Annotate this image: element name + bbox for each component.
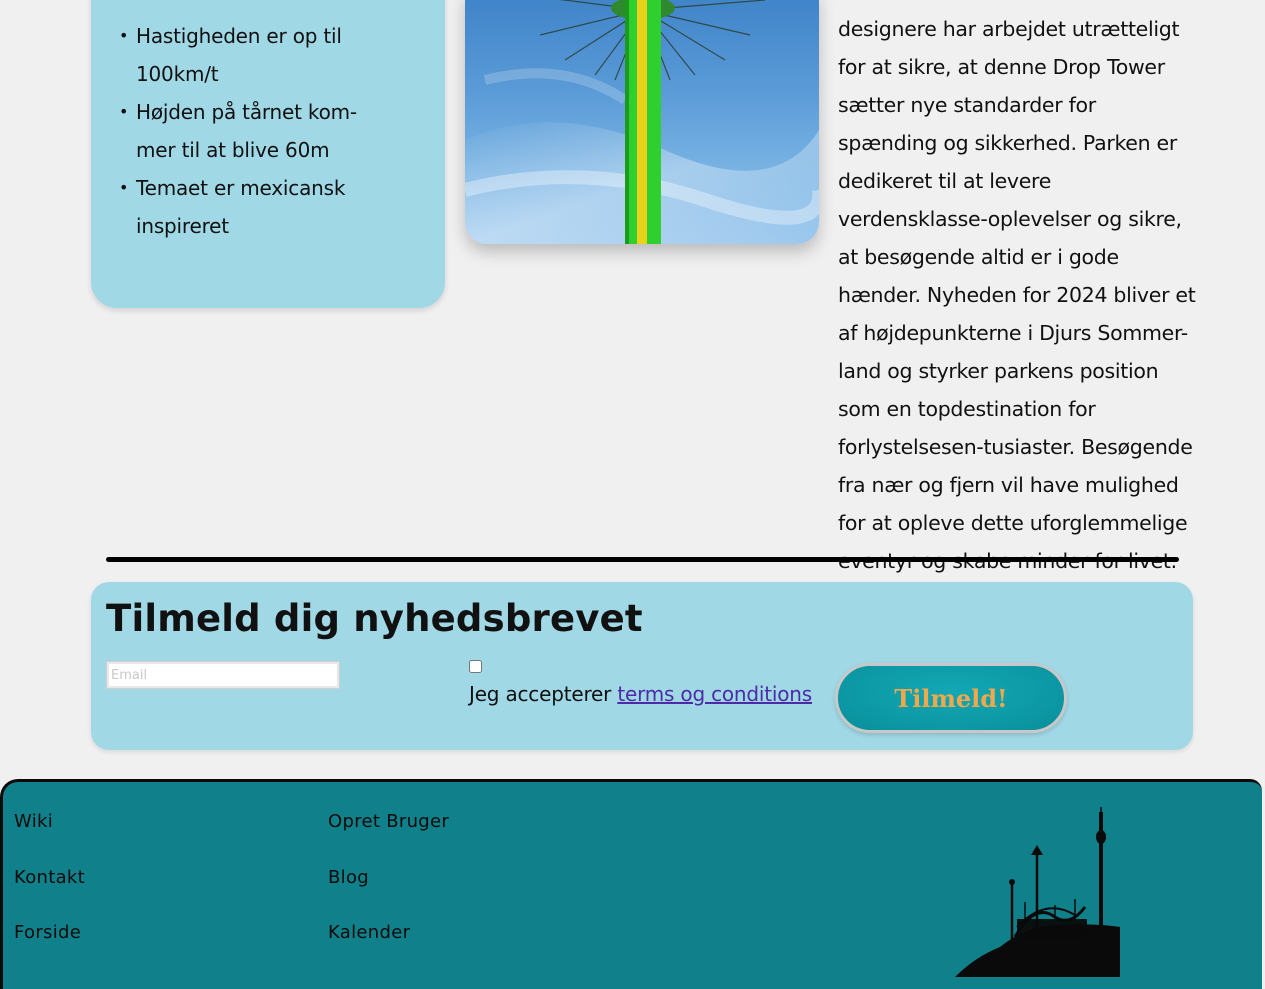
facts-panel: Hastigheden er op til 100km/t Højden på … bbox=[91, 0, 445, 308]
footer-link-opret-bruger[interactable]: Opret Bruger bbox=[328, 811, 449, 832]
footer-link-blog[interactable]: Blog bbox=[328, 867, 369, 888]
footer: Wiki Kontakt Forside Opret Bruger Blog K… bbox=[0, 779, 1262, 989]
drop-tower-photo bbox=[465, 0, 819, 244]
fact-item: Temaet er mexicansk inspireret bbox=[119, 169, 376, 245]
amusement-park-silhouette-icon bbox=[955, 807, 1120, 977]
article-text: designere har arbejdet utrætteligt for a… bbox=[838, 10, 1200, 580]
email-field[interactable] bbox=[106, 661, 340, 689]
terms-checkbox[interactable] bbox=[469, 660, 482, 673]
section-divider bbox=[106, 557, 1179, 562]
footer-link-kalender[interactable]: Kalender bbox=[328, 922, 410, 943]
fact-item: Hastigheden er op til 100km/t bbox=[119, 17, 376, 93]
article-paragraph: designere har arbejdet utrætteligt for a… bbox=[838, 17, 1196, 573]
facts-list: Hastigheden er op til 100km/t Højden på … bbox=[119, 17, 376, 245]
terms-label: Jeg accepterer terms og conditions bbox=[469, 682, 812, 706]
subscribe-button[interactable]: Tilmeld! bbox=[835, 663, 1067, 733]
footer-link-forside[interactable]: Forside bbox=[14, 922, 81, 943]
footer-link-wiki[interactable]: Wiki bbox=[14, 811, 53, 832]
terms-link[interactable]: terms og conditions bbox=[617, 682, 812, 706]
newsletter-title: Tilmeld dig nyhedsbrevet bbox=[106, 597, 643, 640]
terms-prefix: Jeg accepterer bbox=[469, 682, 618, 706]
drop-tower-image bbox=[465, 0, 819, 244]
newsletter-panel: Tilmeld dig nyhedsbrevet Jeg accepterer … bbox=[91, 582, 1193, 750]
fact-item: Højden på tårnet kom-mer til at blive 60… bbox=[119, 93, 376, 169]
footer-link-kontakt[interactable]: Kontakt bbox=[14, 867, 85, 888]
